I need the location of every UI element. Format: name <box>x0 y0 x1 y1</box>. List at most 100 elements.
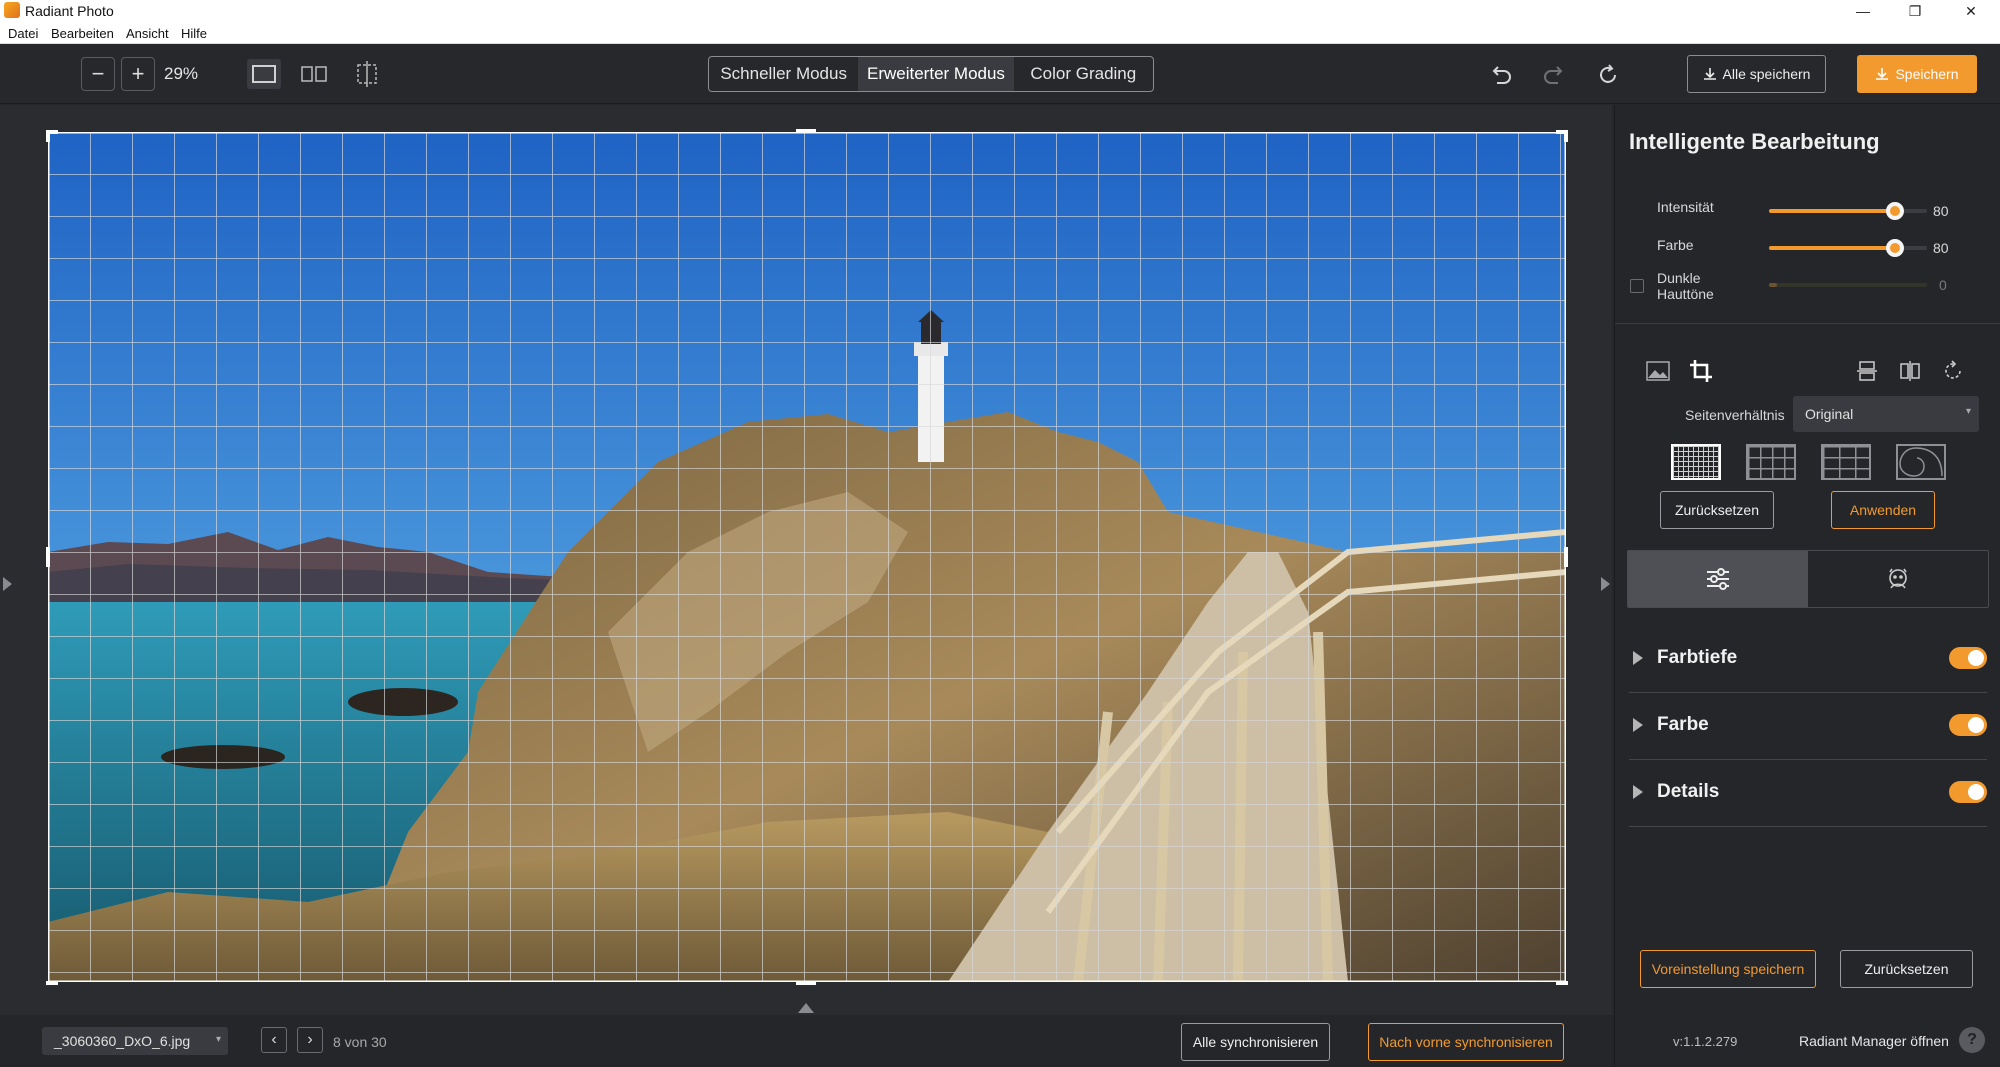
save-all-label: Alle speichern <box>1722 66 1811 82</box>
file-select-value: _3060360_DxO_6.jpg <box>54 1033 191 1049</box>
image-adjust-icon[interactable] <box>1645 359 1671 383</box>
tab-adjustments[interactable] <box>1628 551 1808 607</box>
radiant-manager-link[interactable]: Radiant Manager öffnen <box>1799 1033 1949 1049</box>
save-preset-button[interactable]: Voreinstellung speichern <box>1640 950 1816 988</box>
section-farbe-label: Farbe <box>1657 714 1709 735</box>
menu-datei[interactable]: Datei <box>8 26 38 41</box>
crop-handle-bottom[interactable] <box>796 981 816 985</box>
reset-rotate-icon[interactable] <box>1593 60 1623 90</box>
undo-icon[interactable] <box>1486 60 1516 90</box>
next-image-button[interactable]: › <box>297 1027 323 1053</box>
title-bar: Radiant Photo — ❐ ✕ <box>0 0 2000 22</box>
tab-color-grading[interactable]: Color Grading <box>1014 57 1153 91</box>
slider-dunkle-hauttoene-value: 0 <box>1939 277 1947 293</box>
minimize-button[interactable]: — <box>1840 0 1886 22</box>
right-panel: Intelligente Bearbeitung Intensität 80 F… <box>1614 105 2000 1067</box>
section-farbe[interactable]: Farbe <box>1629 694 1987 760</box>
maximize-button[interactable]: ❐ <box>1892 0 1938 22</box>
chevron-down-icon: ▾ <box>1965 406 1971 417</box>
crop-handle-left[interactable] <box>46 547 50 567</box>
crop-icon[interactable] <box>1687 357 1715 385</box>
section-farbe-toggle[interactable] <box>1949 714 1987 736</box>
version-label: v:1.1.2.279 <box>1673 1034 1738 1049</box>
single-view-icon[interactable] <box>247 59 281 89</box>
grid-fine-icon[interactable] <box>1671 444 1721 480</box>
menu-bearbeiten[interactable]: Bearbeiten <box>51 26 114 41</box>
right-panel-toggle-icon[interactable] <box>1601 577 1610 591</box>
flip-vertical-icon[interactable] <box>1855 359 1879 383</box>
slider-farbe-label: Farbe <box>1657 237 1694 253</box>
expand-arrow-icon[interactable] <box>1633 785 1643 799</box>
crop-handle-right[interactable] <box>1564 547 1568 567</box>
section-details[interactable]: Details <box>1629 761 1987 827</box>
photo-preview[interactable] <box>48 132 1566 982</box>
panel-divider <box>1615 323 2000 324</box>
flip-horizontal-icon[interactable] <box>1898 359 1922 383</box>
lighthouse-photo <box>48 132 1566 982</box>
slider-dunkle-hauttoene-fill <box>1769 283 1777 287</box>
redo-icon[interactable] <box>1539 60 1569 90</box>
chevron-down-icon: ▾ <box>215 1034 221 1045</box>
sync-forward-button[interactable]: Nach vorne synchronisieren <box>1368 1023 1564 1061</box>
help-icon[interactable]: ? <box>1959 1027 1985 1053</box>
left-panel-toggle-icon[interactable] <box>3 577 12 591</box>
slider-farbe-value: 80 <box>1933 240 1949 256</box>
tab-erweiterter-modus[interactable]: Erweiterter Modus <box>858 57 1014 91</box>
aspect-ratio-label: Seitenverhältnis <box>1685 407 1785 423</box>
slider-intensitaet-value: 80 <box>1933 203 1949 219</box>
download-icon <box>1703 68 1716 80</box>
save-button[interactable]: Speichern <box>1857 55 1977 93</box>
dunkle-hauttoene-checkbox[interactable] <box>1630 279 1644 293</box>
sync-all-button[interactable]: Alle synchronisieren <box>1181 1023 1330 1061</box>
menu-ansicht[interactable]: Ansicht <box>126 26 169 41</box>
golden-spiral-icon[interactable] <box>1896 444 1946 480</box>
slider-farbe[interactable] <box>1769 239 1927 257</box>
slider-dunkle-hauttoene[interactable] <box>1769 283 1927 287</box>
section-farbtiefe[interactable]: Farbtiefe <box>1629 627 1987 693</box>
crop-handle-bottom-left[interactable] <box>46 981 58 985</box>
section-farbtiefe-toggle[interactable] <box>1949 647 1987 669</box>
crop-apply-button[interactable]: Anwenden <box>1831 491 1935 529</box>
slider-intensitaet[interactable] <box>1769 202 1927 220</box>
split-view-icon[interactable] <box>297 59 331 89</box>
reset-all-button[interactable]: Zurücksetzen <box>1840 950 1973 988</box>
section-details-label: Details <box>1657 781 1720 802</box>
image-canvas[interactable] <box>0 105 1612 1015</box>
menu-hilfe[interactable]: Hilfe <box>181 26 207 41</box>
save-all-button[interactable]: Alle speichern <box>1687 55 1826 93</box>
window-title: Radiant Photo <box>25 3 114 19</box>
toolbar: − + 29% Schneller Modus Erweiterter Modu… <box>0 44 2000 104</box>
close-button[interactable]: ✕ <box>1948 0 1994 22</box>
download-icon <box>1876 68 1889 80</box>
crop-reset-button[interactable]: Zurücksetzen <box>1660 491 1774 529</box>
slider-dunkle-hauttoene-label: Dunkle Hauttöne <box>1657 270 1714 302</box>
grid-medium-icon[interactable] <box>1746 444 1796 480</box>
grid-thirds-icon[interactable] <box>1821 444 1871 480</box>
rotate-icon[interactable] <box>1941 359 1965 383</box>
crop-handle-top-left-v[interactable] <box>46 130 50 142</box>
tab-portrait[interactable] <box>1808 551 1988 607</box>
slider-farbe-knob[interactable] <box>1886 239 1905 257</box>
aspect-ratio-select[interactable]: Original ▾ <box>1793 396 1979 432</box>
expand-arrow-icon[interactable] <box>1633 718 1643 732</box>
tab-schneller-modus[interactable]: Schneller Modus <box>709 57 858 91</box>
crop-handle-bottom-right[interactable] <box>1556 981 1568 985</box>
zoom-level: 29% <box>164 64 199 83</box>
zoom-in-button[interactable]: + <box>121 57 155 91</box>
section-farbtiefe-label: Farbtiefe <box>1657 647 1738 668</box>
crop-handle-top-right-v[interactable] <box>1564 130 1568 142</box>
file-select[interactable]: _3060360_DxO_6.jpg ▾ <box>42 1027 228 1055</box>
prev-image-button[interactable]: ‹ <box>261 1027 287 1053</box>
expand-arrow-icon[interactable] <box>1633 651 1643 665</box>
save-label: Speichern <box>1895 66 1959 82</box>
crop-handle-top[interactable] <box>796 129 816 133</box>
bottom-bar: _3060360_DxO_6.jpg ▾ ‹ › 8 von 30 Alle s… <box>0 1015 1612 1067</box>
zoom-out-button[interactable]: − <box>81 57 115 91</box>
panel-title: Intelligente Bearbeitung <box>1629 129 1880 154</box>
filmstrip-toggle-icon[interactable] <box>798 1003 814 1013</box>
crop-compare-icon[interactable] <box>350 57 384 91</box>
section-details-toggle[interactable] <box>1949 781 1987 803</box>
slider-farbe-fill <box>1769 246 1896 250</box>
slider-intensitaet-label: Intensität <box>1657 199 1714 215</box>
slider-intensitaet-knob[interactable] <box>1886 202 1905 220</box>
